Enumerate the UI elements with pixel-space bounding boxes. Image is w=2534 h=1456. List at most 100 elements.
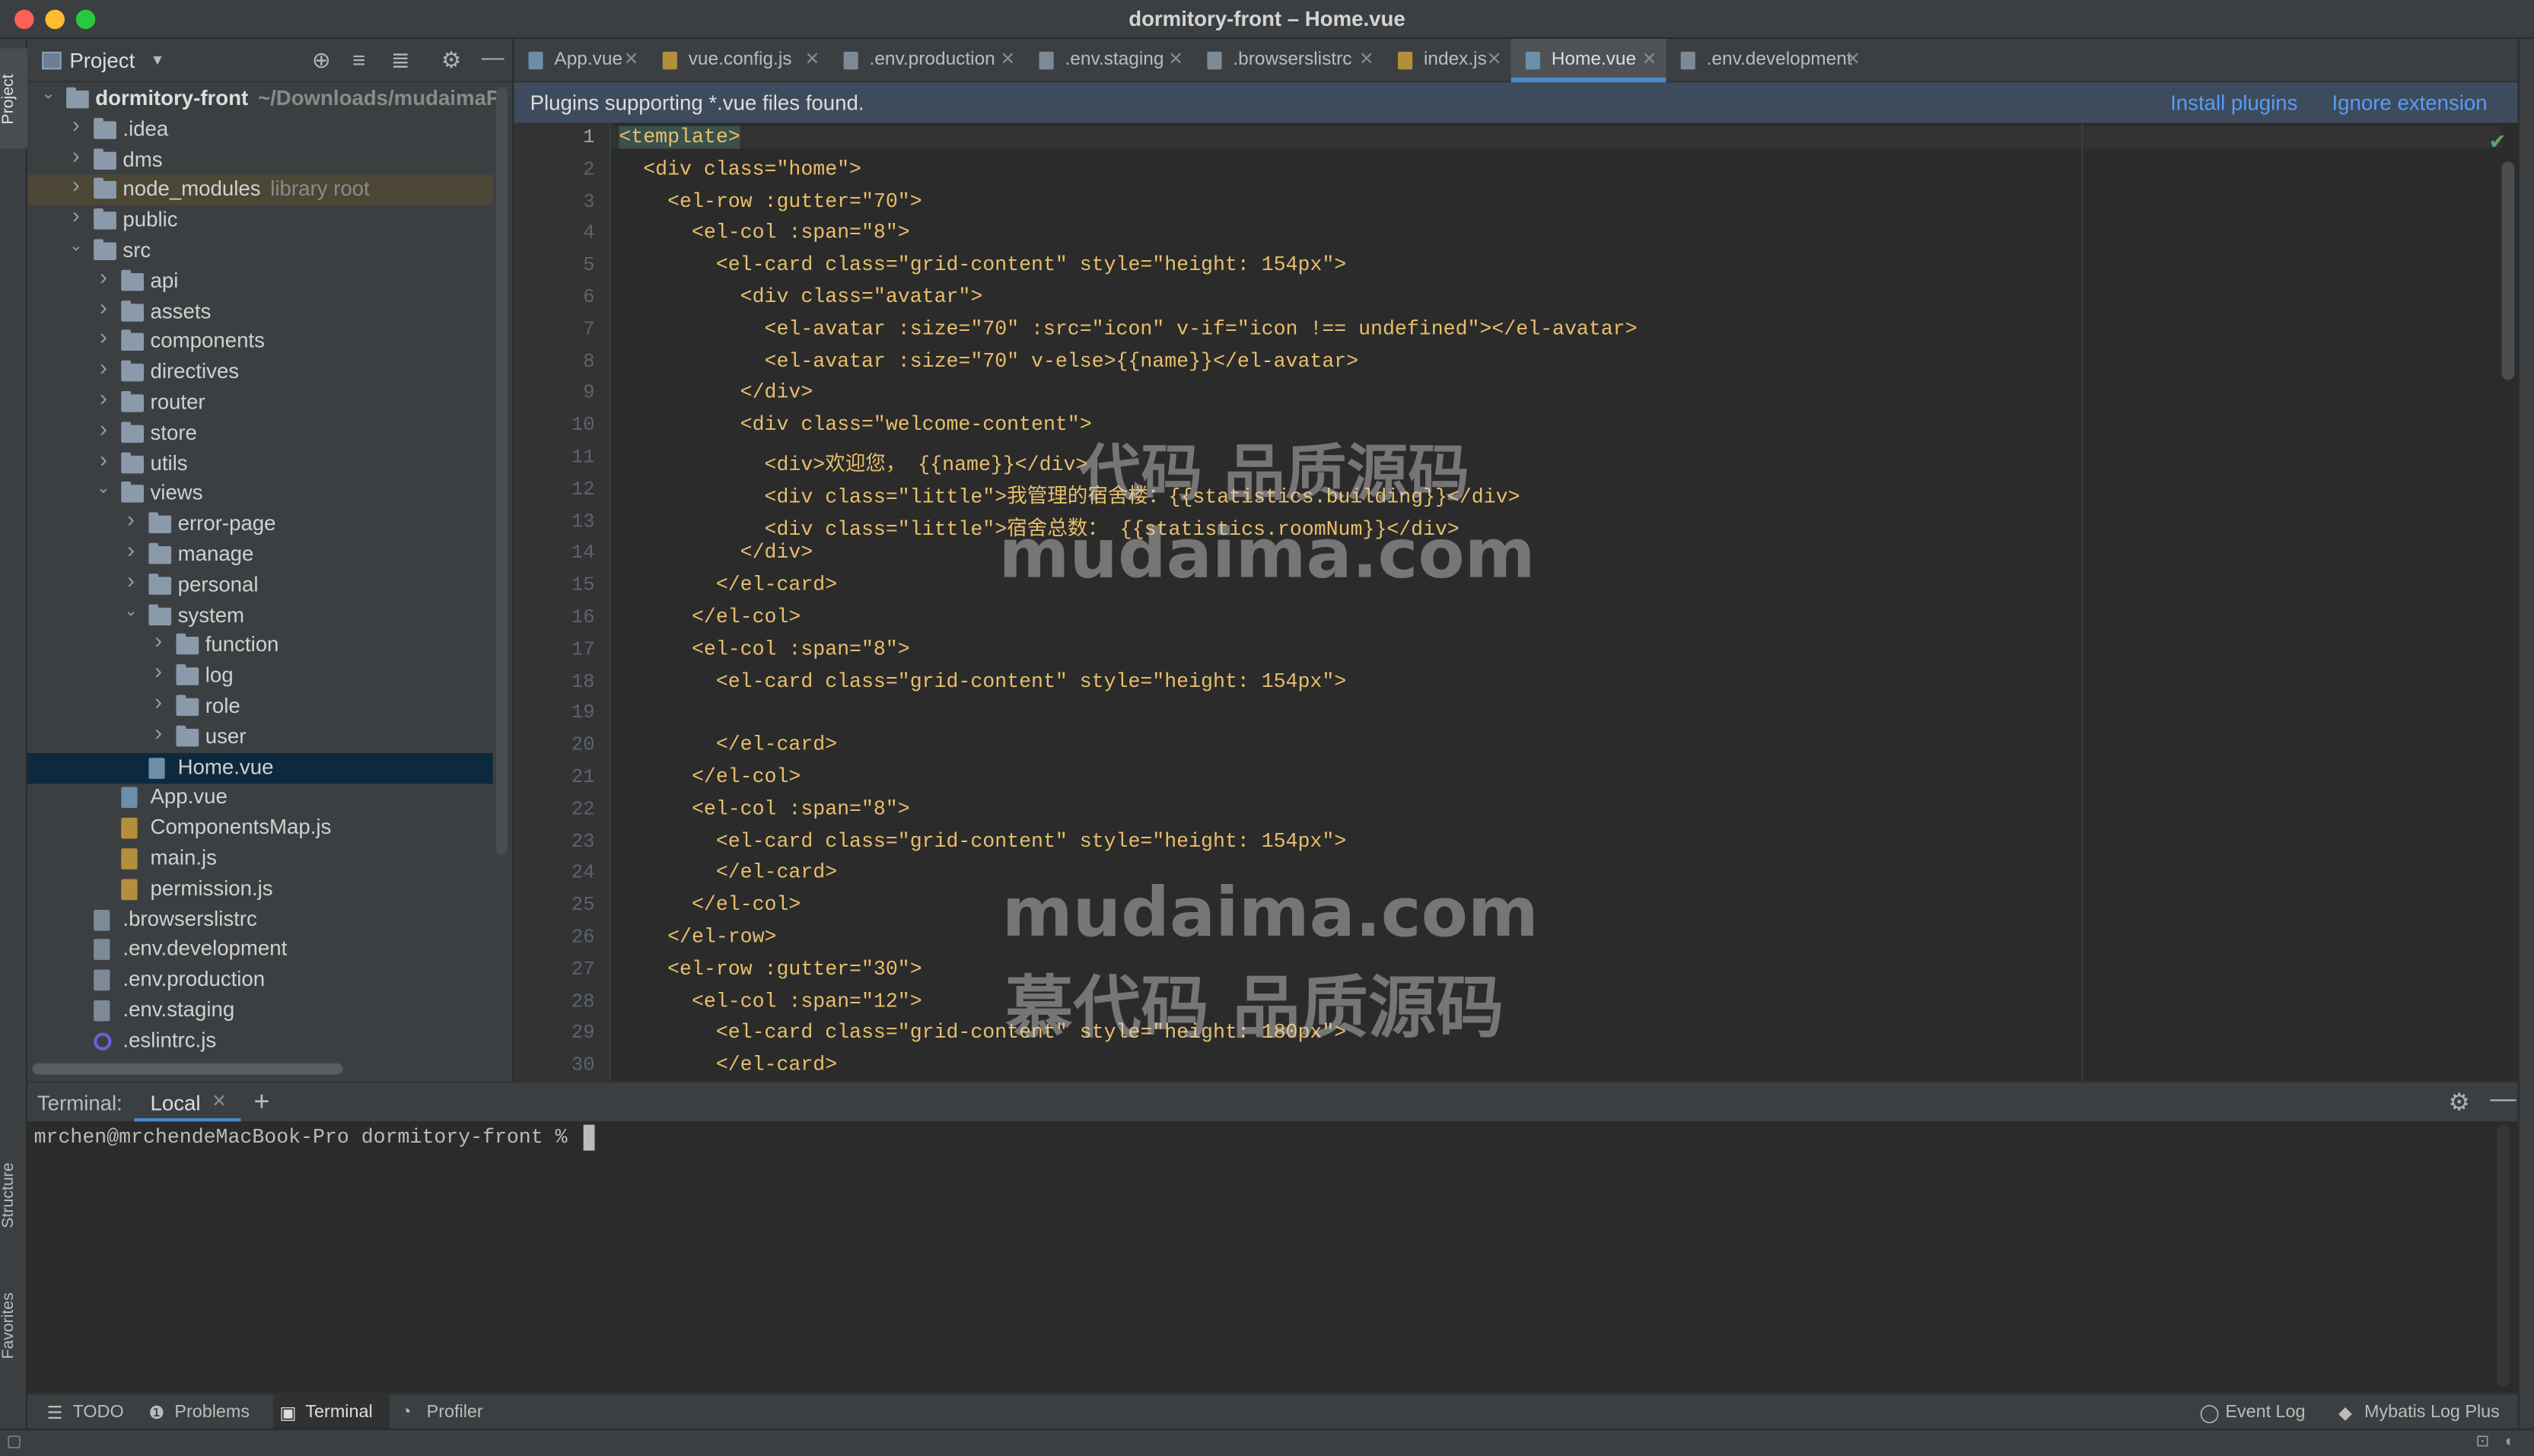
new-terminal-icon[interactable]: + (253, 1086, 269, 1118)
project-view-selector[interactable]: Project (69, 49, 135, 73)
tree-item-role[interactable]: › role (27, 688, 493, 722)
chevron-right-icon[interactable]: › (95, 385, 111, 411)
tree-item-log[interactable]: › log (27, 658, 493, 691)
close-icon[interactable]: ✕ (805, 49, 820, 69)
chevron-down-icon[interactable]: ⌄ (68, 237, 84, 255)
chevron-right-icon[interactable]: › (95, 294, 111, 319)
locate-file-icon[interactable]: ⊕ (312, 47, 331, 75)
close-icon[interactable]: ✕ (624, 49, 639, 69)
expand-all-icon[interactable]: ≡ (352, 47, 365, 73)
tree-item-dormitory-front[interactable]: ⌄ dormitory-front ~/Downloads/mudaimaP (27, 84, 501, 114)
event-log-button[interactable]: ◯ Event Log (2193, 1394, 2316, 1430)
chevron-right-icon[interactable]: › (95, 415, 111, 441)
chevron-down-icon[interactable]: ⌄ (95, 481, 111, 498)
editor-tab[interactable]: .env.production ✕ (829, 39, 1024, 82)
tree-item-app-vue[interactable]: App.vue (27, 783, 493, 813)
terminal-scrollbar[interactable] (2497, 1124, 2510, 1387)
editor-tab[interactable]: .env.staging ✕ (1024, 39, 1192, 82)
chevron-right-icon[interactable]: › (123, 536, 138, 562)
profiler-tool-button[interactable]: ◔ Profiler (394, 1394, 508, 1430)
project-vertical-scrollbar[interactable] (495, 87, 508, 855)
tree-item-assets[interactable]: › assets (27, 294, 493, 327)
tree-item-api[interactable]: › api (27, 263, 493, 297)
chevron-right-icon[interactable]: › (151, 628, 167, 653)
collapse-all-icon[interactable]: ≣ (391, 47, 410, 75)
gear-icon[interactable]: ⚙ (441, 47, 462, 75)
editor-vertical-scrollbar[interactable] (2501, 161, 2515, 380)
chevron-right-icon[interactable]: › (68, 202, 84, 228)
git-icon[interactable]: ⊡ (2476, 1433, 2490, 1451)
tree-item-personal[interactable]: › personal (27, 567, 493, 600)
gear-icon[interactable]: ⚙ (2448, 1088, 2470, 1117)
tree-item-home-vue[interactable]: Home.vue (27, 752, 493, 784)
close-icon[interactable]: ✕ (1845, 49, 1861, 69)
tree-item-user[interactable]: › user (27, 719, 493, 752)
chevron-right-icon[interactable]: › (95, 354, 111, 380)
hide-panel-icon[interactable]: — (2491, 1086, 2516, 1115)
chevron-right-icon[interactable]: › (123, 567, 138, 593)
terminal-tab-local[interactable]: Local ✕ (134, 1082, 241, 1124)
tree-item-manage[interactable]: › manage (27, 536, 493, 571)
editor-tab[interactable]: .browserslistrc ✕ (1192, 39, 1383, 82)
structure-tool-tab[interactable]: Structure (0, 1144, 27, 1248)
problems-tool-button[interactable]: ❶ Problems (142, 1394, 269, 1430)
close-icon[interactable]: ✕ (1487, 49, 1502, 69)
tree-item-componentsmap-js[interactable]: ComponentsMap.js (27, 813, 493, 844)
tree-item-error-page[interactable]: › error-page (27, 506, 493, 540)
tree-item-env-development[interactable]: .env.development (27, 935, 493, 965)
tree-item-eslintrc-js[interactable]: .eslintrc.js (27, 1025, 493, 1056)
tree-item-system[interactable]: ⌄ system (27, 600, 493, 631)
editor-tab[interactable]: App.vue ✕ (514, 39, 648, 82)
chevron-down-icon[interactable]: ▼ (151, 52, 165, 68)
terminal-body[interactable]: mrchen@mrchendeMacBook-Pro dormitory-fro… (27, 1121, 2518, 1394)
inspection-ok-icon[interactable]: ✔ (2488, 129, 2506, 155)
tree-item-components[interactable]: › components (27, 324, 493, 358)
favorites-tool-tab[interactable]: Favorites (0, 1276, 27, 1373)
tree-item-function[interactable]: › function (27, 628, 493, 661)
tree-item-views[interactable]: ⌄ views (27, 479, 493, 510)
terminal-tool-button[interactable]: ▣ Terminal (272, 1394, 390, 1431)
tree-item-router[interactable]: › router (27, 385, 493, 418)
memory-indicator-icon[interactable]: ◐ (2505, 1433, 2515, 1451)
tree-item-permission-js[interactable]: permission.js (27, 874, 493, 904)
chevron-right-icon[interactable]: › (68, 172, 84, 198)
tree-item-src[interactable]: ⌄ src (27, 236, 493, 266)
chevron-down-icon[interactable]: ⌄ (123, 602, 138, 620)
tree-item-public[interactable]: › public (27, 202, 493, 236)
editor-tab[interactable]: Home.vue ✕ (1511, 38, 1667, 83)
chevron-right-icon[interactable]: › (151, 658, 167, 684)
install-plugins-link[interactable]: Install plugins (2170, 91, 2297, 115)
chevron-right-icon[interactable]: › (95, 324, 111, 350)
ignore-extension-link[interactable]: Ignore extension (2332, 91, 2487, 115)
editor-tab[interactable]: vue.config.js ✕ (648, 39, 829, 82)
tree-item-env-staging[interactable]: .env.staging (27, 996, 493, 1026)
tree-item-dms[interactable]: › dms (27, 141, 493, 175)
project-horizontal-scrollbar[interactable] (32, 1063, 343, 1075)
chevron-right-icon[interactable]: › (123, 506, 138, 532)
chevron-right-icon[interactable]: › (95, 263, 111, 289)
code-editor[interactable]: <template> <div class="home"> <el-row :g… (610, 122, 2518, 1082)
mybatis-log-button[interactable]: ◆ Mybatis Log Plus (2332, 1394, 2510, 1430)
close-icon[interactable]: ✕ (1168, 49, 1183, 69)
panel-toggle-icon[interactable]: ▢ (6, 1433, 21, 1451)
tree-item-idea[interactable]: › .idea (27, 111, 493, 145)
tree-item-directives[interactable]: › directives (27, 354, 493, 388)
close-icon[interactable]: ✕ (1001, 49, 1016, 69)
hide-panel-icon[interactable]: — (482, 43, 505, 69)
chevron-down-icon[interactable]: ⌄ (40, 86, 56, 103)
project-tool-tab[interactable]: Project (0, 48, 28, 149)
tree-item-main-js[interactable]: main.js (27, 844, 493, 874)
close-icon[interactable]: ✕ (1642, 49, 1657, 69)
chevron-right-icon[interactable]: › (68, 141, 84, 167)
chevron-right-icon[interactable]: › (151, 688, 167, 714)
close-icon[interactable]: ✕ (1359, 49, 1374, 69)
editor-tab[interactable]: .env.development ✕ (1667, 39, 1870, 82)
todo-tool-button[interactable]: ☰ TODO (40, 1394, 137, 1430)
tree-item-utils[interactable]: › utils (27, 445, 493, 479)
chevron-right-icon[interactable]: › (68, 111, 84, 137)
tree-item-store[interactable]: › store (27, 415, 493, 449)
tree-item-env-production[interactable]: .env.production (27, 965, 493, 996)
tree-item-node-modules[interactable]: › node_modules library root (27, 172, 493, 206)
chevron-right-icon[interactable]: › (95, 445, 111, 471)
editor-tab[interactable]: index.js ✕ (1383, 39, 1511, 82)
